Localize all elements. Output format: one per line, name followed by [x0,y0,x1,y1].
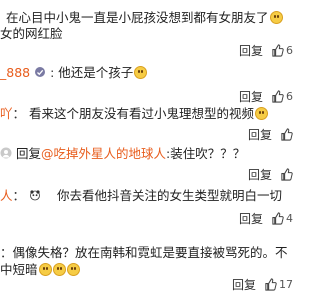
grin-emoji-icon [66,263,80,276]
thumbs-up-icon[interactable] [280,128,293,141]
badge-icon [35,67,46,77]
comment-row: 回复@吃掉外星人的地球人:装住吹？？？ [0,146,245,162]
username-link[interactable]: 吖 [0,106,13,121]
comment-row: 人： 你去看他抖音关注的女生类型就明白一切 [0,188,282,203]
panda-badge-icon [30,190,40,201]
grin-emoji-icon [52,263,66,276]
like-count: 6 [286,90,293,103]
reply-prefix: 回复 [16,146,42,161]
reply-button[interactable]: 回复 [239,210,263,227]
like-count: 6 [286,44,293,57]
grin-emoji-icon [38,263,52,276]
comment-actions: 回复 4 [239,210,293,227]
reply-button[interactable]: 回复 [248,126,272,143]
comment-actions: 回复 17 [232,276,293,293]
like-count: 17 [279,278,293,291]
username-link[interactable]: _888 [0,65,30,80]
comment-text-continued: 女的网红脸 [0,26,63,41]
comment-text: 你去看他抖音关注的女生类型就明白一切 [56,188,282,203]
comment-actions: 回复 6 [239,42,293,59]
thumbs-up-icon[interactable] [271,212,284,225]
comment-text-continued: 中短暗 [0,262,80,278]
mention-link[interactable]: @吃掉外星人的地球人 [41,146,166,161]
comment-row: 吖： 看来这个朋友没有看过小鬼理想型的视频 [0,106,269,122]
reply-button[interactable]: 回复 [239,42,263,59]
comment-text: ：偶像失格？放在南韩和霓虹是要直接被骂死的。不 [0,245,288,260]
thumbs-up-icon[interactable] [271,90,284,103]
comment-text: 他还是个孩子 [58,65,134,80]
avatar-icon [0,147,12,159]
thumbs-up-icon[interactable] [280,168,293,181]
thumbs-up-icon[interactable] [271,44,284,57]
smile-emoji-icon [255,107,269,120]
comment-text: 装住吹？？？ [170,146,246,161]
comment-text: 在心目中小鬼一直是小屁孩没想到都有女朋友了 [6,10,283,26]
comment-actions: 回复 [248,166,293,183]
comment-actions: 回复 [248,126,293,143]
comment-text: 看来这个朋友没有看过小鬼理想型的视频 [29,106,255,121]
reply-button[interactable]: 回复 [248,166,272,183]
comment-row: _888 : 他还是个孩子 [0,65,148,81]
like-count: 4 [286,212,293,225]
comment-actions: 回复 6 [239,88,293,105]
username-link[interactable]: 人 [0,188,13,203]
grin-emoji-icon [269,11,283,24]
smile-emoji-icon [134,66,148,79]
reply-button[interactable]: 回复 [232,276,256,293]
reply-button[interactable]: 回复 [239,88,263,105]
thumbs-up-icon[interactable] [264,278,277,291]
